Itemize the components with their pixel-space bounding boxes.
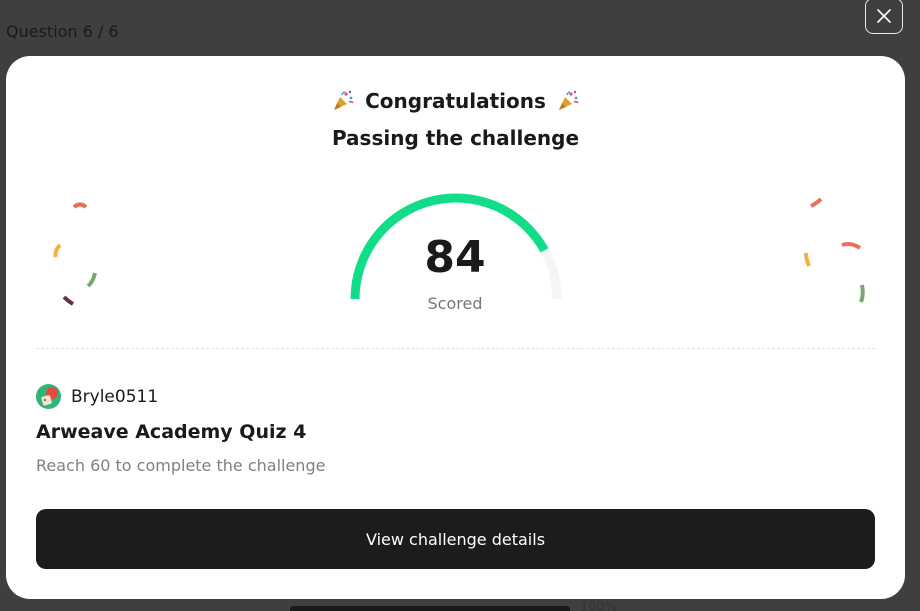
progress-label: 100%	[580, 600, 618, 611]
view-challenge-details-button[interactable]: View challenge details	[36, 509, 875, 569]
user-info: Bryle0511	[36, 384, 158, 409]
score-value: 84	[424, 232, 486, 283]
quiz-description: Reach 60 to complete the challenge	[36, 456, 326, 475]
result-modal: Congratulations Passing the challenge 84…	[6, 56, 905, 599]
progress-bar	[290, 606, 570, 611]
question-counter: Question 6 / 6	[6, 22, 119, 41]
score-label: Scored	[427, 294, 483, 313]
close-button[interactable]	[865, 0, 903, 34]
user-avatar-icon	[36, 384, 61, 409]
divider	[36, 348, 875, 349]
quiz-title: Arweave Academy Quiz 4	[36, 421, 307, 443]
close-icon	[877, 9, 891, 23]
username: Bryle0511	[71, 386, 159, 407]
